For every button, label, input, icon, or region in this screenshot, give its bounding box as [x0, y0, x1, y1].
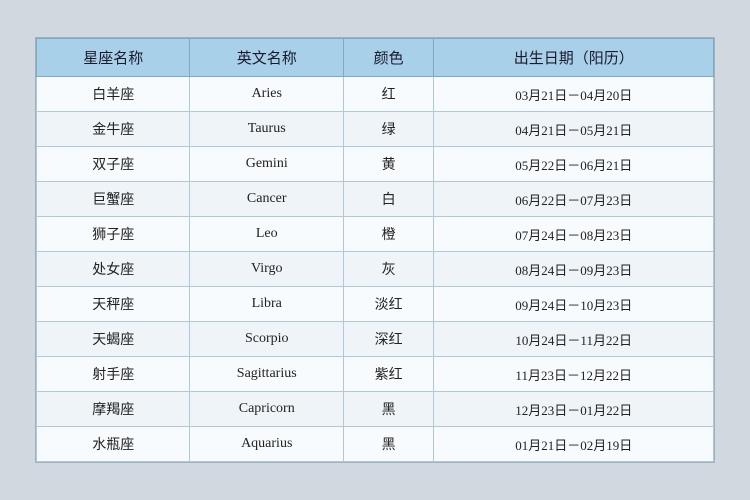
cell-chinese-name: 天蝎座: [37, 322, 190, 357]
cell-english-name: Leo: [190, 217, 343, 252]
table-row: 巨蟹座Cancer白06月22日－07月23日: [37, 182, 714, 217]
cell-english-name: Virgo: [190, 252, 343, 287]
header-color: 颜色: [343, 39, 433, 77]
cell-color: 绿: [343, 112, 433, 147]
cell-color: 红: [343, 77, 433, 112]
cell-color: 淡红: [343, 287, 433, 322]
zodiac-table: 星座名称 英文名称 颜色 出生日期（阳历） 白羊座Aries红03月21日－04…: [36, 38, 714, 462]
cell-english-name: Taurus: [190, 112, 343, 147]
cell-dates: 10月24日－11月22日: [434, 322, 714, 357]
table-row: 射手座Sagittarius紫红11月23日－12月22日: [37, 357, 714, 392]
table-row: 水瓶座Aquarius黑01月21日－02月19日: [37, 427, 714, 462]
cell-chinese-name: 巨蟹座: [37, 182, 190, 217]
cell-color: 橙: [343, 217, 433, 252]
cell-chinese-name: 射手座: [37, 357, 190, 392]
cell-chinese-name: 处女座: [37, 252, 190, 287]
table-row: 处女座Virgo灰08月24日－09月23日: [37, 252, 714, 287]
cell-english-name: Aquarius: [190, 427, 343, 462]
cell-dates: 09月24日－10月23日: [434, 287, 714, 322]
cell-color: 紫红: [343, 357, 433, 392]
cell-english-name: Gemini: [190, 147, 343, 182]
cell-color: 深红: [343, 322, 433, 357]
table-row: 摩羯座Capricorn黑12月23日－01月22日: [37, 392, 714, 427]
cell-color: 白: [343, 182, 433, 217]
cell-dates: 11月23日－12月22日: [434, 357, 714, 392]
table-body: 白羊座Aries红03月21日－04月20日金牛座Taurus绿04月21日－0…: [37, 77, 714, 462]
cell-chinese-name: 水瓶座: [37, 427, 190, 462]
cell-dates: 08月24日－09月23日: [434, 252, 714, 287]
cell-dates: 03月21日－04月20日: [434, 77, 714, 112]
cell-english-name: Capricorn: [190, 392, 343, 427]
cell-color: 灰: [343, 252, 433, 287]
table-row: 金牛座Taurus绿04月21日－05月21日: [37, 112, 714, 147]
cell-dates: 12月23日－01月22日: [434, 392, 714, 427]
cell-dates: 06月22日－07月23日: [434, 182, 714, 217]
cell-color: 黄: [343, 147, 433, 182]
cell-dates: 04月21日－05月21日: [434, 112, 714, 147]
cell-english-name: Cancer: [190, 182, 343, 217]
header-dates: 出生日期（阳历）: [434, 39, 714, 77]
zodiac-table-container: 星座名称 英文名称 颜色 出生日期（阳历） 白羊座Aries红03月21日－04…: [35, 37, 715, 463]
cell-chinese-name: 天秤座: [37, 287, 190, 322]
cell-english-name: Libra: [190, 287, 343, 322]
table-row: 天秤座Libra淡红09月24日－10月23日: [37, 287, 714, 322]
cell-dates: 07月24日－08月23日: [434, 217, 714, 252]
cell-english-name: Sagittarius: [190, 357, 343, 392]
header-english-name: 英文名称: [190, 39, 343, 77]
cell-color: 黑: [343, 392, 433, 427]
cell-chinese-name: 金牛座: [37, 112, 190, 147]
cell-chinese-name: 白羊座: [37, 77, 190, 112]
table-header-row: 星座名称 英文名称 颜色 出生日期（阳历）: [37, 39, 714, 77]
cell-chinese-name: 摩羯座: [37, 392, 190, 427]
header-chinese-name: 星座名称: [37, 39, 190, 77]
table-row: 狮子座Leo橙07月24日－08月23日: [37, 217, 714, 252]
table-row: 双子座Gemini黄05月22日－06月21日: [37, 147, 714, 182]
cell-chinese-name: 狮子座: [37, 217, 190, 252]
cell-dates: 05月22日－06月21日: [434, 147, 714, 182]
cell-english-name: Aries: [190, 77, 343, 112]
table-row: 天蝎座Scorpio深红10月24日－11月22日: [37, 322, 714, 357]
cell-color: 黑: [343, 427, 433, 462]
cell-english-name: Scorpio: [190, 322, 343, 357]
table-row: 白羊座Aries红03月21日－04月20日: [37, 77, 714, 112]
cell-chinese-name: 双子座: [37, 147, 190, 182]
cell-dates: 01月21日－02月19日: [434, 427, 714, 462]
